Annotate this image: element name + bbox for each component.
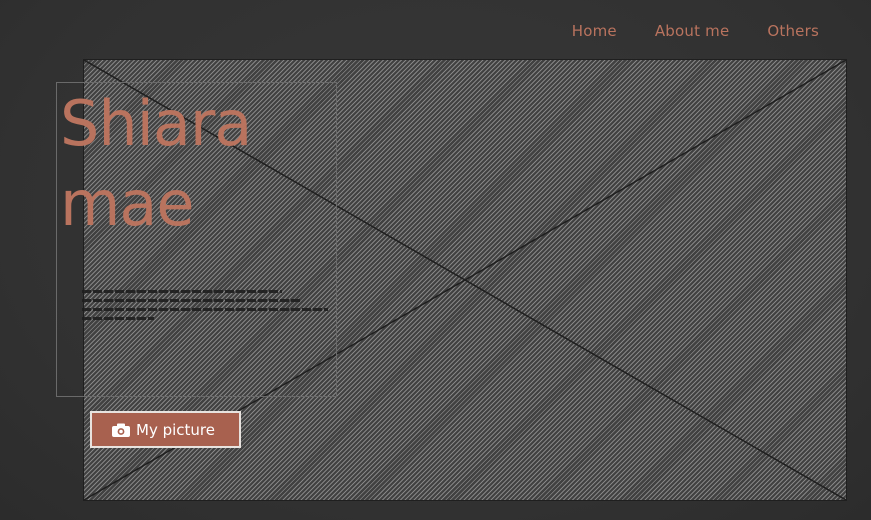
hero-title-line1: Shiara <box>60 87 252 160</box>
camera-icon <box>112 423 130 437</box>
hero-title-line2: mae <box>60 167 195 240</box>
text-scribble-line <box>82 317 154 320</box>
hero-text-placeholder <box>82 290 332 326</box>
text-scribble-line <box>82 308 328 311</box>
top-nav: Home About me Others <box>572 22 819 40</box>
text-scribble-line <box>82 299 302 302</box>
my-picture-button[interactable]: My picture <box>90 411 241 448</box>
nav-item-home[interactable]: Home <box>572 22 617 40</box>
hero-title: Shiara mae <box>60 84 252 244</box>
text-scribble-line <box>82 290 282 293</box>
nav-item-about-me[interactable]: About me <box>655 22 730 40</box>
page: Home About me Others Shiara mae My pictu… <box>0 0 871 520</box>
nav-item-others[interactable]: Others <box>767 22 819 40</box>
my-picture-label: My picture <box>136 420 215 439</box>
